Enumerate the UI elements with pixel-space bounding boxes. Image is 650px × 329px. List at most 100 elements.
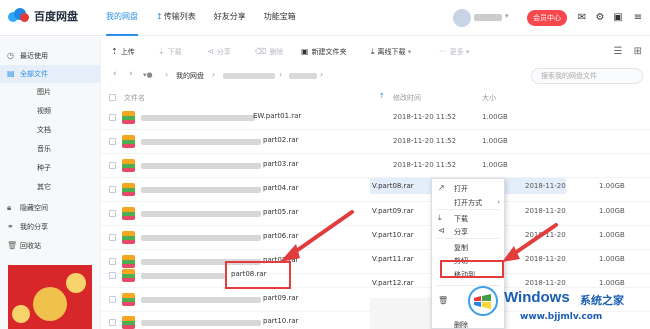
grid-view-icon[interactable]: ⊞ — [634, 46, 642, 57]
rar-file-icon — [122, 159, 135, 172]
member-center-button[interactable]: 会员中心 — [527, 10, 567, 26]
breadcrumb-folder-blurred[interactable] — [223, 73, 275, 79]
app-title: 百度网盘 — [34, 10, 78, 23]
row-checkbox[interactable] — [109, 162, 116, 169]
upload-button[interactable]: ⇡ 上传 — [111, 42, 135, 62]
row-checkbox[interactable] — [109, 138, 116, 145]
context-item-delete[interactable]: 删除 — [454, 320, 468, 329]
file-name[interactable]: part05.rar — [263, 208, 299, 216]
back-icon[interactable]: ‹ — [113, 69, 117, 79]
sort-icon[interactable]: ↑ — [379, 92, 385, 100]
row-checkbox[interactable] — [109, 234, 116, 241]
avatar[interactable] — [453, 9, 471, 27]
row-checkbox[interactable] — [109, 319, 116, 326]
new-folder-button[interactable]: ▣ 新建文件夹 — [301, 42, 347, 62]
context-item-share[interactable]: 分享 — [454, 227, 468, 237]
sidebar-item-recycle-bin[interactable]: 🗑︎ 回收站 — [0, 237, 100, 255]
menu-divider — [436, 238, 500, 239]
history-dropdown-icon[interactable]: ▾● — [143, 71, 153, 79]
chevron-down-icon[interactable]: ▾ — [505, 12, 509, 20]
username-blurred[interactable] — [474, 14, 502, 21]
file-name[interactable]: V.part10.rar — [372, 231, 432, 239]
row-checkbox[interactable] — [109, 272, 116, 279]
new-folder-label: 新建文件夹 — [311, 48, 347, 56]
file-name[interactable]: part03.rar — [263, 160, 299, 168]
context-item-download[interactable]: 下载 — [454, 214, 468, 224]
search-input[interactable]: 搜索我的网盘文件 — [531, 68, 643, 84]
delete-button[interactable]: ⌫ 删除 — [255, 42, 283, 62]
breadcrumb-separator: › — [165, 70, 169, 79]
promo-banner[interactable] — [8, 265, 92, 329]
view-toggle[interactable]: ☰ ⊞ — [613, 46, 642, 57]
breadcrumb: ‹ › ▾● › 我的网盘 › › › 搜索我的网盘文件 — [101, 65, 650, 87]
transfer-arrow-icon: ↥ — [156, 12, 163, 21]
sidebar-item-music[interactable]: 音乐 — [0, 140, 100, 158]
file-name[interactable]: part09.rar — [263, 294, 299, 302]
file-name[interactable]: V.part12.rar — [372, 279, 432, 287]
tab-transfer-list[interactable]: ↥传输列表 — [156, 0, 196, 36]
breadcrumb-folder-blurred[interactable] — [289, 73, 317, 79]
rar-file-icon — [122, 183, 135, 196]
share-icon: ⊲ — [438, 226, 445, 235]
sidebar-item-label: 视频 — [37, 107, 51, 115]
row-checkbox[interactable] — [109, 186, 116, 193]
sidebar-item-recent[interactable]: ◷ 最近使用 — [0, 47, 100, 65]
file-name[interactable]: V.part11.rar — [372, 255, 432, 263]
breadcrumb-separator: › — [212, 70, 216, 79]
sidebar-item-my-share[interactable]: ⚭ 我的分享 — [0, 218, 100, 236]
file-name[interactable]: part10.rar — [263, 317, 299, 325]
file-name[interactable]: V.part09.rar — [372, 207, 432, 215]
select-all-checkbox[interactable] — [109, 94, 116, 101]
context-item-copy[interactable]: 复制 — [454, 243, 468, 253]
watermark: Windows 系统之家 www.bjjmlv.com — [468, 280, 650, 329]
sidebar-item-label: 图片 — [37, 88, 51, 96]
context-item-open[interactable]: 打开 — [454, 184, 468, 194]
gear-icon[interactable]: ⚙ — [594, 12, 606, 24]
context-item-open-with[interactable]: 打开方式 — [454, 198, 482, 208]
forward-icon[interactable]: › — [129, 69, 133, 79]
sidebar-item-docs[interactable]: 文档 — [0, 121, 100, 139]
file-name[interactable]: V.part08.rar — [372, 182, 432, 190]
share-label: 分享 — [216, 48, 231, 56]
file-name[interactable]: part06.rar — [263, 232, 299, 240]
skin-icon[interactable]: ▣ — [612, 12, 624, 24]
chevron-right-icon: › — [497, 198, 500, 206]
table-row[interactable]: part03.rar 2018-11-20 11:52 1.00GB — [101, 154, 650, 178]
file-name[interactable]: part04.rar — [263, 184, 299, 192]
column-date[interactable]: 修改时间 — [393, 93, 421, 103]
file-size: 1.00GB — [482, 137, 508, 145]
row-checkbox[interactable] — [109, 210, 116, 217]
share-button[interactable]: ⊲ 分享 — [207, 42, 231, 62]
table-row[interactable]: EW.part01.rar 2018-11-20 11:52 1.00GB — [101, 106, 650, 130]
sidebar-item-videos[interactable]: 视频 — [0, 102, 100, 120]
tab-my-disk[interactable]: 我的网盘 — [106, 0, 138, 36]
menu-divider — [436, 209, 500, 210]
sidebar-item-all-files[interactable]: ▤ 全部文件 — [0, 65, 100, 83]
menu-icon[interactable]: ≡ — [632, 12, 644, 24]
breadcrumb-root[interactable]: 我的网盘 — [176, 71, 204, 81]
tab-toolbox[interactable]: 功能宝箱 — [264, 0, 296, 36]
sidebar-item-images[interactable]: 图片 — [0, 83, 100, 101]
sidebar-item-torrents[interactable]: 种子 — [0, 159, 100, 177]
list-view-icon[interactable]: ☰ — [613, 46, 622, 57]
sidebar-item-other[interactable]: 其它 — [0, 178, 100, 196]
column-name[interactable]: 文件名 — [124, 93, 145, 103]
more-button[interactable]: ··· 更多 ▾ — [439, 42, 469, 62]
app-logo[interactable]: 百度网盘 — [8, 8, 78, 24]
file-date: 2018-11-20 — [525, 255, 566, 263]
sidebar-item-hidden-space[interactable]: 🔒︎ 隐藏空间 — [0, 199, 100, 217]
highlight-box-file — [225, 261, 291, 289]
file-name[interactable]: part02.rar — [263, 136, 299, 144]
mail-icon[interactable]: ✉ — [576, 12, 588, 24]
tab-friend-share[interactable]: 好友分享 — [214, 0, 246, 36]
file-size: 1.00GB — [599, 231, 625, 239]
offline-download-button[interactable]: ⤓ 离线下载 ▾ — [371, 42, 411, 62]
watermark-title: Windows — [504, 289, 570, 306]
row-checkbox[interactable] — [109, 114, 116, 121]
upload-label: 上传 — [120, 48, 135, 56]
table-row[interactable]: part02.rar 2018-11-20 11:52 1.00GB — [101, 130, 650, 154]
column-size[interactable]: 大小 — [482, 93, 496, 103]
file-name[interactable]: EW.part01.rar — [253, 112, 301, 120]
download-button[interactable]: ⇣ 下载 — [158, 42, 182, 62]
row-checkbox[interactable] — [109, 296, 116, 303]
